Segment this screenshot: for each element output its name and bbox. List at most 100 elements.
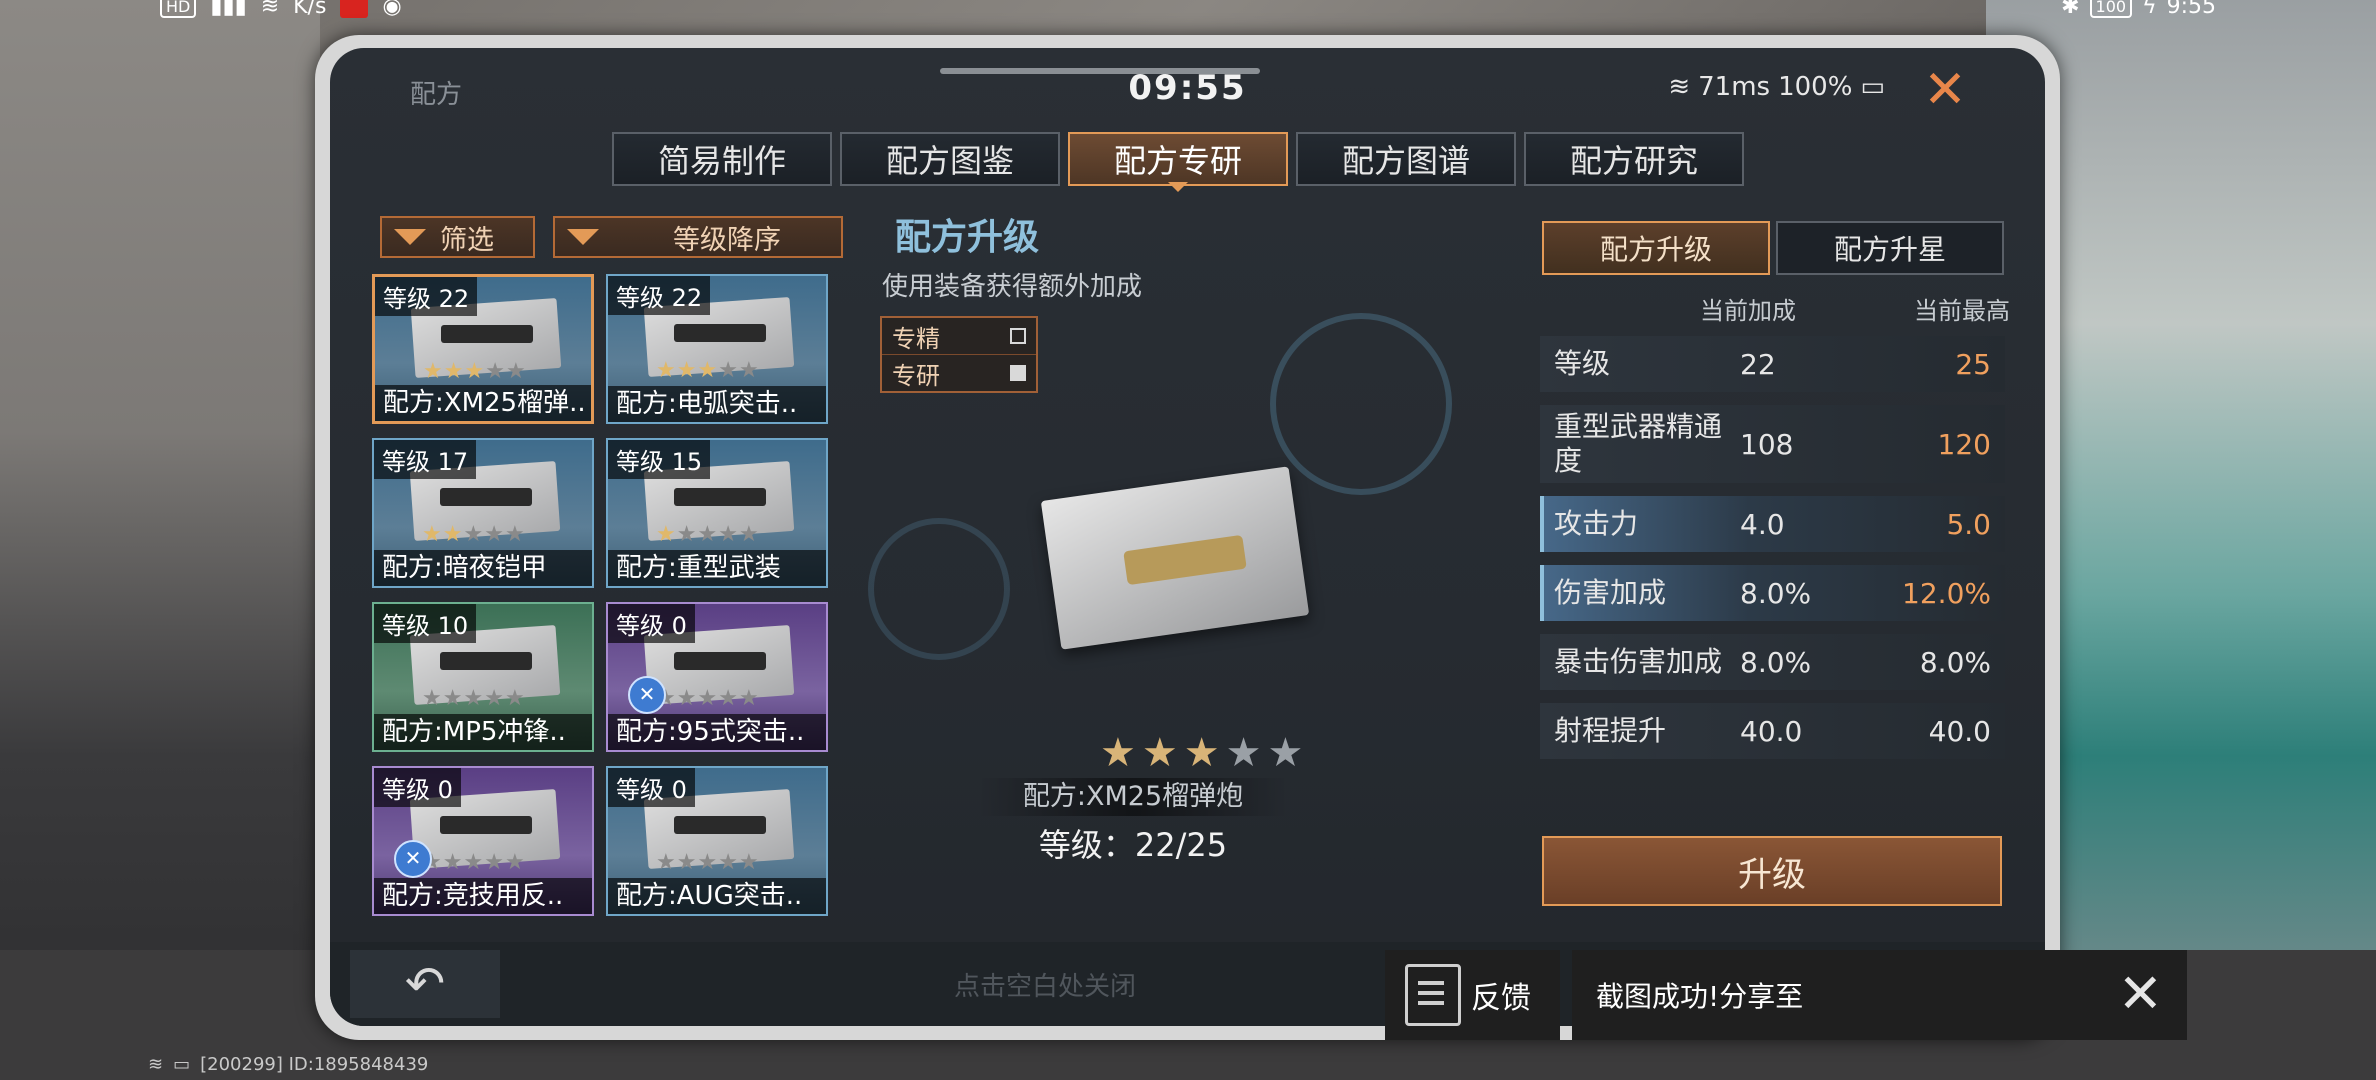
tab-label: 配方专研: [1113, 142, 1242, 180]
background-left: [0, 0, 320, 1080]
card-level: 等级 22: [375, 277, 478, 316]
weapon-image: [674, 816, 766, 834]
recipe-card[interactable]: ★★★★★ 等级 0 配方:95式突击.. ✕: [606, 602, 828, 752]
charging-icon: ϟ: [2142, 0, 2157, 19]
upgrade-tab-1[interactable]: 配方升级: [1542, 221, 1770, 275]
star-icon: ★: [504, 850, 526, 875]
card-stars: ★★★★★: [656, 358, 760, 383]
star-icon: ★: [485, 359, 506, 384]
close-button[interactable]: ✕: [1915, 62, 1975, 122]
screenshot-toast[interactable]: 截图成功!分享至 ✕: [1572, 950, 2187, 1040]
stat-max: 8.0%: [1919, 645, 1991, 679]
upgrade-tabs: 配方升级 配方升星: [1542, 221, 2004, 275]
star-icon: ★: [676, 850, 698, 875]
close-icon[interactable]: ✕: [2118, 964, 2163, 1024]
star-icon: ★: [442, 850, 464, 875]
stat-max: 5.0: [1946, 507, 1991, 541]
net-speed: K/s: [293, 0, 327, 19]
star-icon: ★: [738, 358, 760, 383]
stat-current: 22: [1740, 347, 1776, 381]
recipe-card[interactable]: ★★★★★ 等级 15 配方:重型武装: [606, 438, 828, 588]
star-icon: ★: [442, 686, 464, 711]
checkbox-icon[interactable]: [1010, 328, 1026, 344]
mode-option[interactable]: 专研: [882, 354, 1036, 391]
upgrade-button[interactable]: 升级: [1542, 836, 2002, 906]
recipe-card[interactable]: ★★★★★ 等级 0 配方:竞技用反.. ✕: [372, 766, 594, 916]
tab-2[interactable]: 配方图鉴: [840, 132, 1060, 186]
stat-label: 等级: [1554, 347, 1611, 380]
star-icon: ★: [1183, 730, 1226, 776]
tab-4[interactable]: 配方图谱: [1296, 132, 1516, 186]
card-stars: ★★★★★: [656, 850, 760, 875]
stat-max: 12.0%: [1902, 576, 1991, 610]
card-level: 等级 17: [374, 440, 477, 479]
stats-header: 当前加成 当前最高: [1700, 291, 2010, 326]
stat-row: 暴击伤害加成 8.0% 8.0%: [1540, 634, 2005, 690]
star-icon: ★: [423, 359, 444, 384]
wifi-icon: ≋: [148, 1054, 164, 1075]
recipe-card[interactable]: ★★★★★ 等级 22 配方:电弧突击..: [606, 274, 828, 424]
card-name: 配方:AUG突击..: [608, 878, 826, 914]
card-name: 配方:MP5冲锋..: [374, 714, 592, 750]
card-level: 等级 0: [608, 768, 695, 807]
feedback-button[interactable]: 反馈: [1385, 950, 1560, 1040]
card-level: 等级 10: [374, 604, 477, 643]
sort-button[interactable]: 等级降序: [553, 216, 843, 258]
sort-label: 等级降序: [673, 224, 781, 256]
card-stars: ★★★★★: [656, 522, 760, 547]
card-name: 配方:暗夜铠甲: [374, 550, 592, 586]
upgrade-tab-2[interactable]: 配方升星: [1776, 221, 2004, 275]
recipe-card[interactable]: ★★★★★ 等级 22 配方:XM25榴弹..: [372, 274, 594, 424]
star-icon: ★: [505, 359, 527, 384]
stat-row: 伤害加成 8.0% 12.0%: [1540, 565, 2005, 621]
filter-button[interactable]: 筛选: [380, 216, 535, 258]
stat-row: 射程提升 40.0 40.0: [1540, 703, 2005, 759]
app-notification-icon: [340, 0, 369, 18]
card-stars: ★★★★★: [423, 359, 527, 384]
col-current-header: 当前加成: [1700, 297, 1796, 325]
weapon-image: [674, 652, 766, 670]
dropdown-icon: [394, 229, 426, 245]
recipe-card[interactable]: ★★★★★ 等级 0 配方:AUG突击..: [606, 766, 828, 916]
col-max-header: 当前最高: [1914, 297, 2010, 325]
weapon-image: [441, 325, 533, 343]
card-name: 配方:电弧突击..: [608, 386, 826, 422]
star-icon: ★: [656, 358, 677, 383]
ping-value: 71ms: [1698, 72, 1771, 102]
share-text: 截图成功!分享至: [1596, 980, 1804, 1013]
stats-table: 等级 22 25 重型武器精通度 108 120 攻击力 4.0 5.0 伤害加成 8.0% 12.0…: [1540, 336, 2005, 772]
star-icon: ★: [422, 686, 443, 711]
card-stars: ★★★★★: [422, 686, 526, 711]
recipe-card[interactable]: ★★★★★ 等级 17 配方:暗夜铠甲: [372, 438, 594, 588]
wifi-icon: ≋: [260, 0, 280, 19]
tab-3[interactable]: 配方专研: [1068, 132, 1288, 192]
star-icon: ★: [484, 522, 505, 547]
star-icon: ★: [697, 522, 719, 547]
tab-1[interactable]: 简易制作: [612, 132, 832, 186]
stat-current: 108: [1740, 427, 1794, 461]
card-name: 配方:竞技用反..: [374, 878, 592, 914]
network-status: ≋ 71ms 100% ▭: [1668, 72, 1885, 102]
mode-selector: 专精 专研: [880, 316, 1038, 393]
star-icon: ★: [676, 522, 698, 547]
star-icon: ★: [718, 850, 739, 875]
clipboard-icon: [1405, 964, 1461, 1026]
recipe-card[interactable]: ★★★★★ 等级 10 配方:MP5冲锋..: [372, 602, 594, 752]
filter-label: 筛选: [440, 224, 494, 256]
star-icon: ★: [718, 522, 739, 547]
star-icon: ★: [1267, 730, 1310, 776]
selected-recipe-level: 等级：22/25: [1038, 826, 1228, 864]
star-icon: ★: [656, 522, 677, 547]
mode-option[interactable]: 专精: [882, 318, 1036, 354]
tab-5[interactable]: 配方研究: [1524, 132, 1744, 186]
selected-recipe-name: 配方:XM25榴弹炮: [978, 778, 1288, 816]
mode-label: 专精: [892, 324, 940, 353]
stat-max: 25: [1955, 347, 1991, 381]
checkbox-icon[interactable]: [1010, 365, 1026, 381]
active-tab-marker: [1168, 182, 1188, 192]
star-icon: ★: [484, 686, 505, 711]
star-icon: ★: [464, 359, 486, 384]
weapon-image: [674, 488, 766, 506]
dropdown-icon: [567, 229, 599, 245]
star-icon: ★: [676, 358, 698, 383]
